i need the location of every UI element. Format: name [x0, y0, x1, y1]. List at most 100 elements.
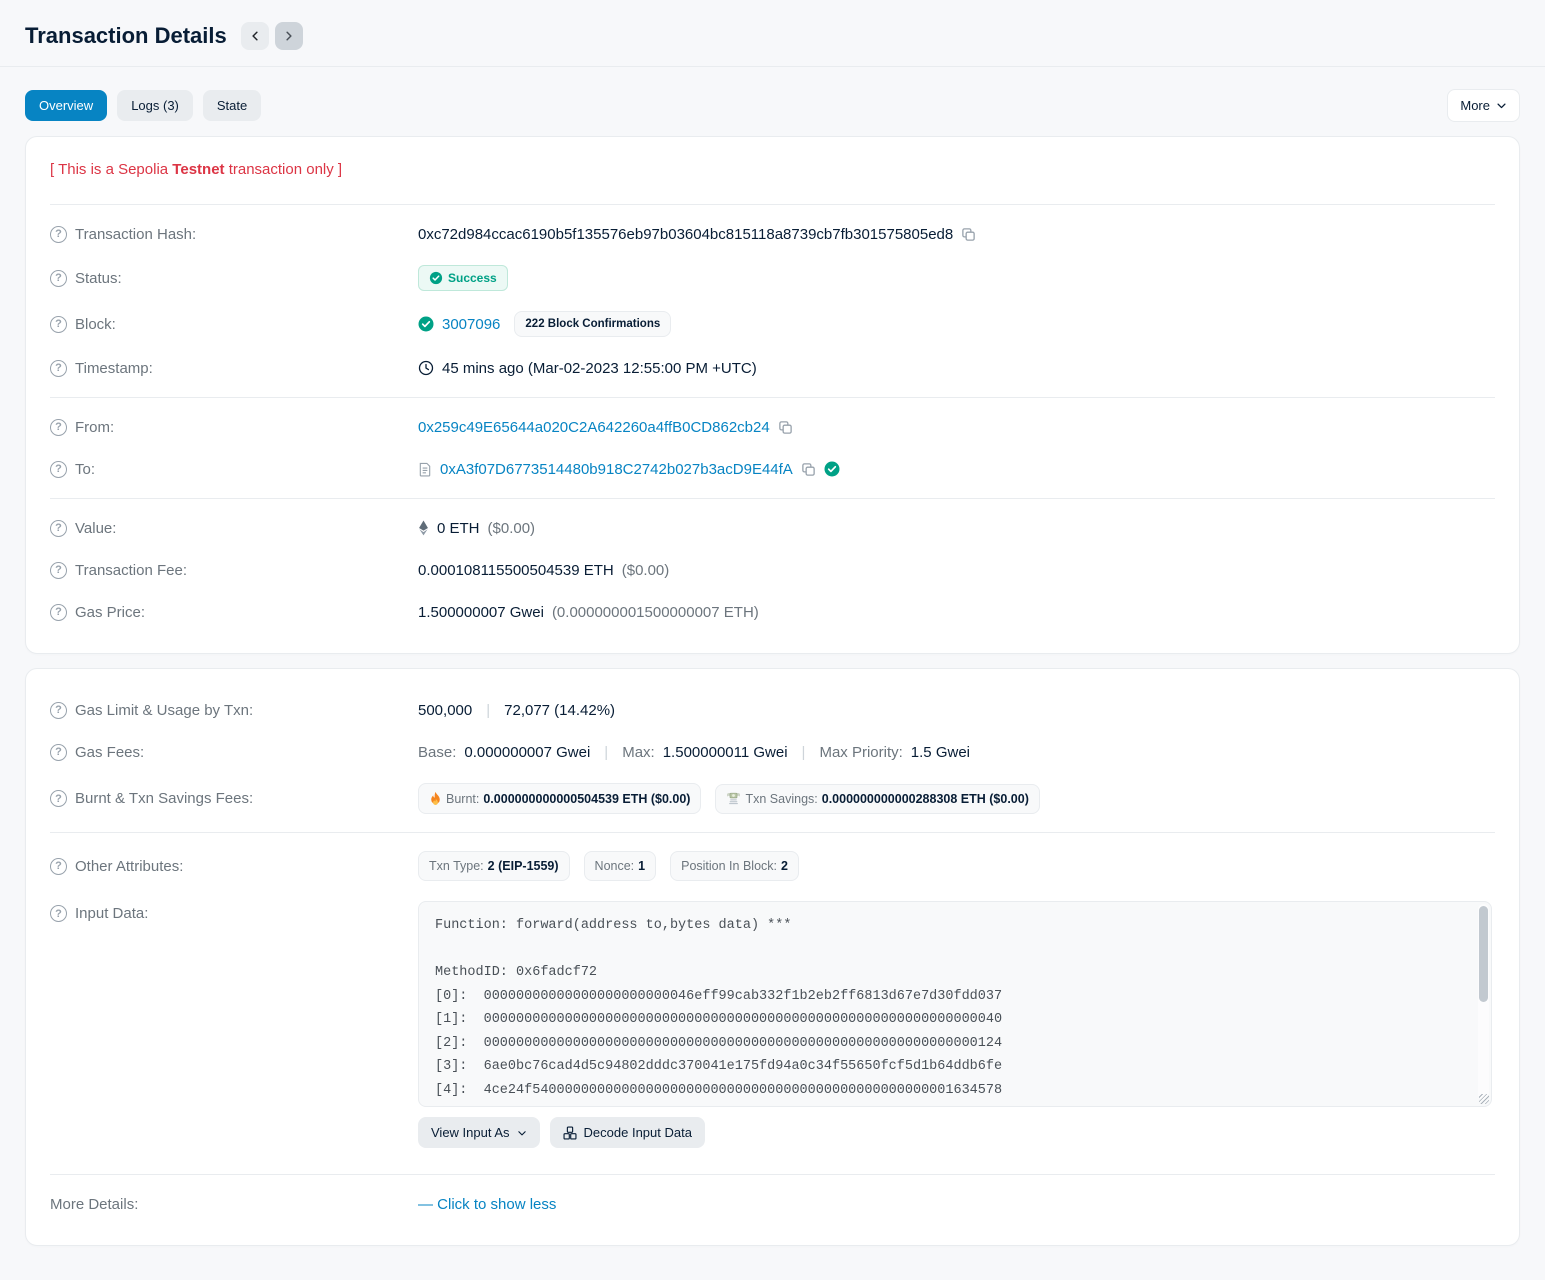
help-icon[interactable]: ?	[50, 562, 67, 579]
help-icon[interactable]: ?	[50, 744, 67, 761]
txn-savings-value: 0.000000000000288308 ETH ($0.00)	[822, 792, 1029, 806]
page-header: Transaction Details	[25, 18, 1520, 66]
help-icon[interactable]: ?	[50, 858, 67, 875]
burnt-fees-label: Burnt & Txn Savings Fees:	[75, 790, 253, 807]
help-icon[interactable]: ?	[50, 520, 67, 537]
help-icon[interactable]: ?	[50, 419, 67, 436]
help-icon[interactable]: ?	[50, 316, 67, 333]
burnt-value: 0.000000000000504539 ETH ($0.00)	[483, 792, 690, 806]
tab-state[interactable]: State	[203, 90, 261, 121]
burnt-fees-row: ? Burnt & Txn Savings Fees: Burnt: 0.000…	[50, 773, 1495, 824]
separator: |	[796, 744, 812, 761]
help-icon[interactable]: ?	[50, 702, 67, 719]
copy-to-address-button[interactable]	[801, 462, 816, 477]
help-icon[interactable]: ?	[50, 905, 67, 922]
transaction-fee-row: ? Transaction Fee: 0.000108115500504539 …	[50, 549, 1495, 591]
verified-contract-icon	[824, 461, 840, 477]
copy-from-address-button[interactable]	[778, 420, 793, 435]
txn-type-label: Txn Type:	[429, 859, 484, 873]
value-amount: 0 ETH	[437, 520, 480, 537]
base-fee-value: 0.000000007 Gwei	[464, 744, 590, 761]
gas-limit-row: ? Gas Limit & Usage by Txn: 500,000 | 72…	[50, 689, 1495, 731]
more-button-label: More	[1460, 98, 1490, 113]
value-label: Value:	[75, 520, 116, 537]
from-label: From:	[75, 419, 114, 436]
transaction-hash-value: 0xc72d984ccac6190b5f135576eb97b03604bc81…	[418, 226, 953, 243]
chevron-down-icon	[517, 1128, 527, 1138]
block-number-link[interactable]: 3007096	[442, 316, 500, 333]
copy-transaction-hash-button[interactable]	[961, 227, 976, 242]
input-data-content: Function: forward(address to,bytes data)…	[435, 914, 1465, 1107]
other-attributes-label: Other Attributes:	[75, 858, 183, 875]
gas-used-value: 72,077 (14.42%)	[504, 702, 615, 719]
transaction-hash-row: ? Transaction Hash: 0xc72d984ccac6190b5f…	[50, 213, 1495, 255]
nonce-value: 1	[638, 859, 645, 873]
input-data-label: Input Data:	[75, 905, 148, 922]
chevron-down-icon	[1496, 100, 1507, 111]
view-input-as-button[interactable]: View Input As	[418, 1117, 540, 1148]
transaction-gas-card: ? Gas Limit & Usage by Txn: 500,000 | 72…	[25, 668, 1520, 1246]
transaction-details-page: Transaction Details Overview Logs (3) St…	[0, 0, 1545, 1280]
separator: |	[480, 702, 496, 719]
help-icon[interactable]: ?	[50, 461, 67, 478]
transaction-overview-card: [ This is a Sepolia Testnet transaction …	[25, 136, 1520, 654]
max-fee-label: Max:	[622, 744, 655, 761]
max-priority-fee-label: Max Priority:	[819, 744, 902, 761]
block-row: ? Block: 3007096 222 Block Confirmations	[50, 301, 1495, 347]
chevron-right-icon	[283, 30, 295, 42]
view-input-as-label: View Input As	[431, 1125, 510, 1140]
help-icon[interactable]: ?	[50, 360, 67, 377]
to-row: ? To: 0xA3f07D6773514480b918C2742b027b3a…	[50, 448, 1495, 490]
gas-limit-label: Gas Limit & Usage by Txn:	[75, 702, 253, 719]
decode-icon	[563, 1126, 577, 1140]
resize-handle[interactable]	[1479, 1094, 1489, 1104]
divider	[50, 204, 1495, 205]
clock-icon	[418, 360, 434, 376]
divider	[50, 832, 1495, 833]
gas-price-label: Gas Price:	[75, 604, 145, 621]
help-icon[interactable]: ?	[50, 604, 67, 621]
gas-price-amount: 1.500000007 Gwei	[418, 604, 544, 621]
copy-icon	[961, 227, 976, 242]
block-label: Block:	[75, 316, 116, 333]
position-in-block-value: 2	[781, 859, 788, 873]
more-details-label: More Details:	[50, 1196, 138, 1213]
gas-fees-row: ? Gas Fees: Base: 0.000000007 Gwei | Max…	[50, 731, 1495, 773]
txn-savings-label: Txn Savings:	[745, 792, 817, 806]
timestamp-value: 45 mins ago (Mar-02-2023 12:55:00 PM +UT…	[442, 360, 757, 377]
gas-fees-label: Gas Fees:	[75, 744, 144, 761]
more-details-row: More Details: — Click to show less	[50, 1183, 1495, 1225]
gas-price-row: ? Gas Price: 1.500000007 Gwei (0.0000000…	[50, 591, 1495, 633]
status-badge-label: Success	[448, 271, 497, 285]
show-less-link[interactable]: — Click to show less	[418, 1196, 556, 1213]
tab-logs[interactable]: Logs (3)	[117, 90, 193, 121]
gas-limit-value: 500,000	[418, 702, 472, 719]
help-icon[interactable]: ?	[50, 790, 67, 807]
scrollbar-thumb[interactable]	[1479, 906, 1488, 1002]
max-priority-fee-value: 1.5 Gwei	[911, 744, 970, 761]
transaction-fee-amount: 0.000108115500504539 ETH	[418, 562, 614, 579]
previous-transaction-button[interactable]	[241, 22, 269, 50]
status-badge: Success	[418, 265, 508, 291]
help-icon[interactable]: ?	[50, 226, 67, 243]
more-button[interactable]: More	[1447, 89, 1520, 122]
next-transaction-button[interactable]	[275, 22, 303, 50]
input-data-scrollbar[interactable]	[1478, 904, 1489, 1100]
status-label: Status:	[75, 270, 122, 287]
input-data-row: ? Input Data: Function: forward(address …	[50, 891, 1495, 1158]
tab-overview[interactable]: Overview	[25, 90, 107, 121]
nonce-badge: Nonce: 1	[584, 851, 657, 881]
max-fee-value: 1.500000011 Gwei	[663, 744, 788, 761]
testnet-notice: [ This is a Sepolia Testnet transaction …	[50, 157, 1495, 196]
timestamp-row: ? Timestamp: 45 mins ago (Mar-02-2023 12…	[50, 347, 1495, 389]
decode-input-data-button[interactable]: Decode Input Data	[550, 1117, 705, 1148]
input-data-box[interactable]: Function: forward(address to,bytes data)…	[418, 901, 1492, 1107]
contract-icon	[418, 462, 432, 477]
tab-bar: Overview Logs (3) State More	[25, 67, 1520, 136]
money-wings-icon	[726, 792, 741, 805]
from-address-link[interactable]: 0x259c49E65644a020C2A642260a4ffB0CD862cb…	[418, 419, 770, 436]
txn-type-value: 2 (EIP-1559)	[488, 859, 559, 873]
block-confirmations-badge: 222 Block Confirmations	[514, 311, 671, 337]
help-icon[interactable]: ?	[50, 270, 67, 287]
to-address-link[interactable]: 0xA3f07D6773514480b918C2742b027b3acD9E44…	[440, 461, 793, 478]
